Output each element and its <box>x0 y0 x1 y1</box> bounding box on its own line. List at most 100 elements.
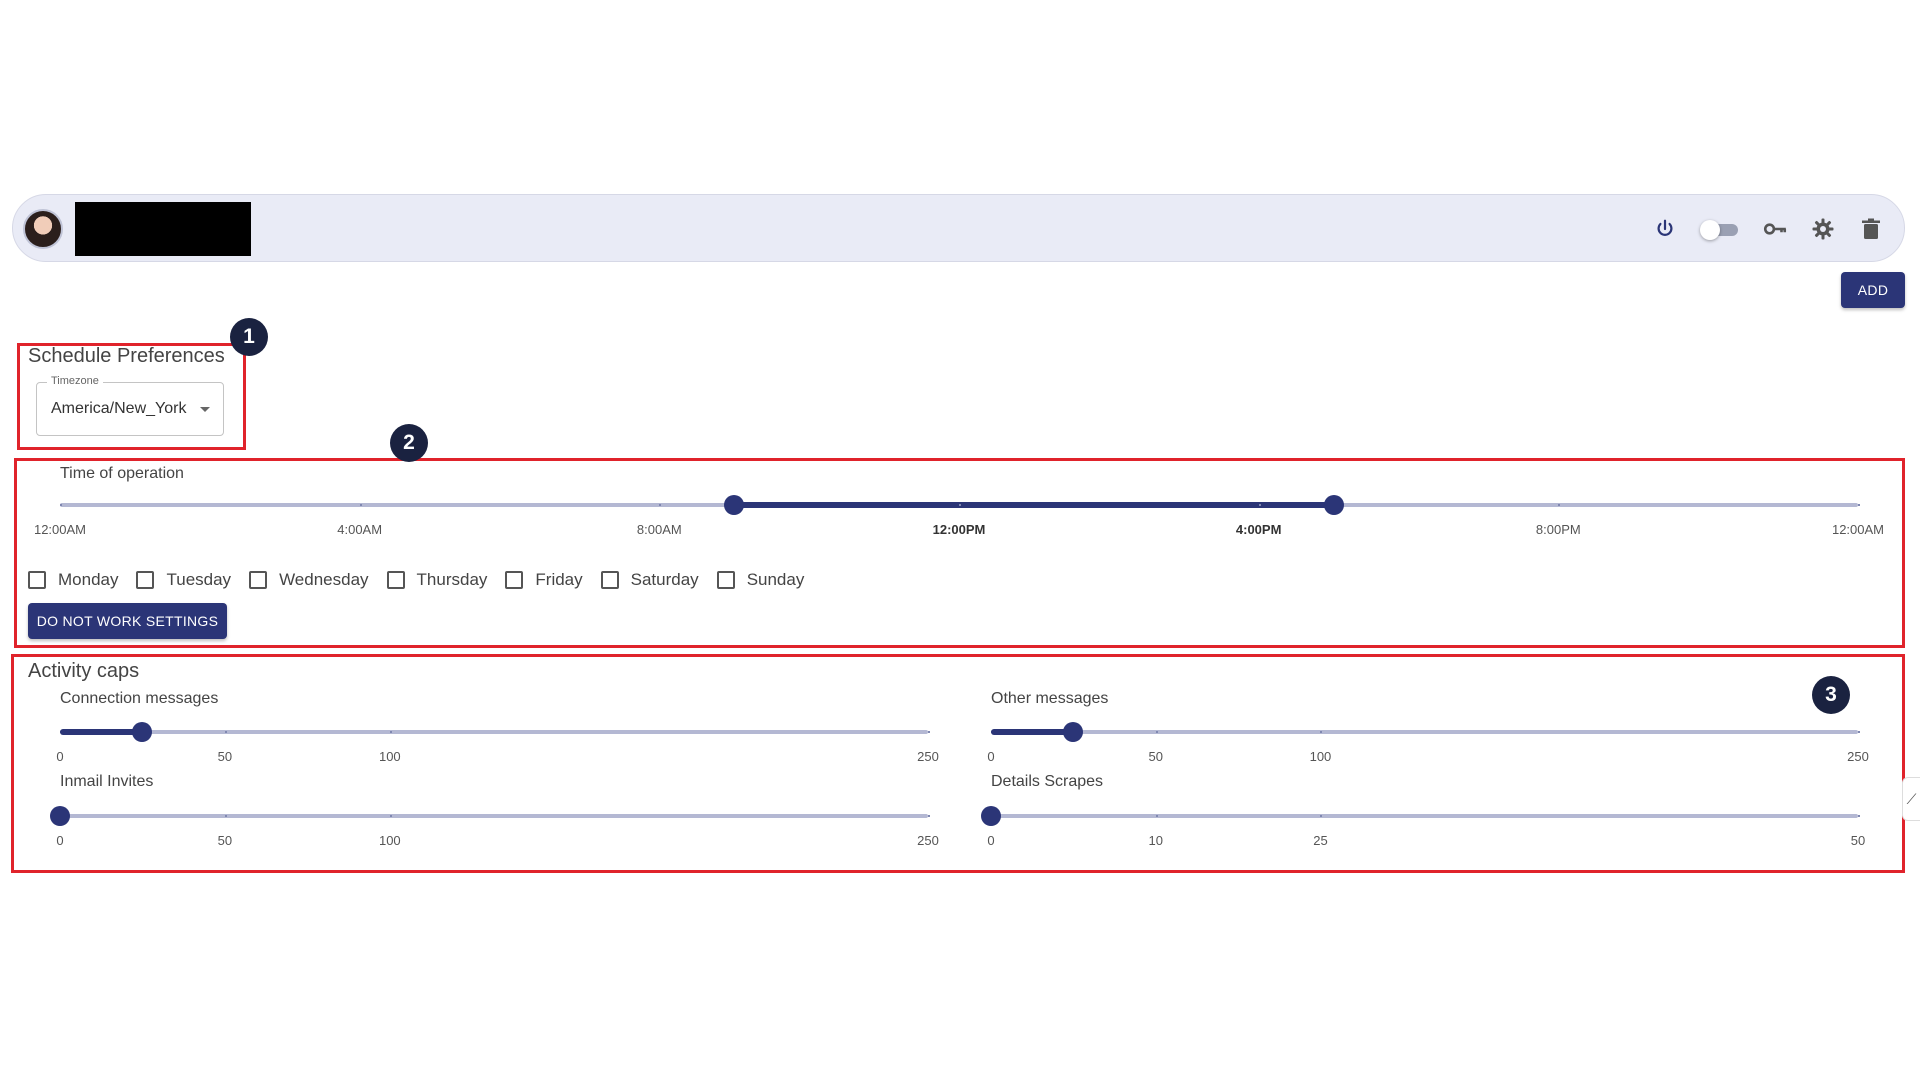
cap-mark-label: 25 <box>1313 833 1328 848</box>
cap-mark-label: 50 <box>217 749 233 764</box>
gear-icon[interactable] <box>1810 216 1836 242</box>
checkbox[interactable] <box>600 571 619 589</box>
slider-rail <box>60 730 928 734</box>
annotation-box-3 <box>11 654 1905 873</box>
caret-down-icon <box>200 407 210 412</box>
slider-fill <box>991 729 1074 735</box>
cap-mark-label: 100 <box>378 833 401 848</box>
checkbox[interactable] <box>716 571 735 589</box>
time-of-operation-label: Time of operation <box>60 465 184 482</box>
cap-mark-label: 50 <box>1148 749 1163 764</box>
slider-tick <box>389 815 392 817</box>
cap-mark-label: 250 <box>917 749 939 764</box>
active-toggle[interactable] <box>1700 220 1740 240</box>
cap-mark-label: 250 <box>1847 749 1869 764</box>
cap-mark-label: 100 <box>1309 749 1332 764</box>
slider-rail <box>60 814 928 818</box>
slider-tick <box>1155 815 1158 817</box>
slider-range-fill <box>734 502 1334 508</box>
connection-messages-slider[interactable] <box>60 722 930 742</box>
checkbox[interactable] <box>505 571 524 589</box>
cap-mark-label: 0 <box>987 833 995 848</box>
start-time-thumb[interactable] <box>724 495 745 515</box>
slider-tick <box>359 504 362 506</box>
slider-tick <box>928 731 930 733</box>
day-label: Monday <box>58 570 119 589</box>
key-icon[interactable] <box>1762 216 1788 242</box>
slider-rail <box>991 814 1858 818</box>
cap-label-connection-messages: Connection messages <box>60 690 219 707</box>
checkbox[interactable] <box>249 571 268 589</box>
schedule-preferences-title: Schedule Preferences <box>28 345 225 367</box>
time-mark-label: 4:00PM <box>1235 522 1282 537</box>
cap-mark-label: 0 <box>56 749 64 764</box>
weekday-checkboxes: Monday Tuesday Wednesday Thursday Friday… <box>28 570 822 590</box>
time-mark-label: 12:00AM <box>1831 522 1885 537</box>
day-monday[interactable]: Monday <box>28 570 118 590</box>
time-mark-label: 12:00AM <box>33 522 87 537</box>
time-mark-label: 8:00AM <box>636 522 682 537</box>
time-mark-label: 4:00AM <box>337 522 383 537</box>
day-wednesday[interactable]: Wednesday <box>249 570 369 590</box>
cap-mark-label: 50 <box>217 833 233 848</box>
day-label: Tuesday <box>166 570 232 589</box>
day-label: Sunday <box>746 570 805 589</box>
day-sunday[interactable]: Sunday <box>716 570 805 590</box>
cap-mark-label: 250 <box>917 833 939 848</box>
trash-icon[interactable] <box>1858 216 1884 242</box>
profile-header <box>12 194 1905 262</box>
toggle-knob <box>1700 220 1720 240</box>
cap-mark-label: 0 <box>987 749 995 764</box>
day-label: Thursday <box>416 570 488 589</box>
slider-tick <box>1558 504 1561 506</box>
cap-mark-label: 0 <box>56 833 64 848</box>
slider-thumb[interactable] <box>132 722 153 742</box>
slider-thumb[interactable] <box>981 806 1001 826</box>
checkbox[interactable] <box>386 571 405 589</box>
slider-tick <box>1320 731 1323 733</box>
time-mark-label: 8:00PM <box>1535 522 1581 537</box>
day-saturday[interactable]: Saturday <box>600 570 699 590</box>
timezone-select[interactable]: Timezone America/New_York <box>36 375 224 436</box>
annotation-badge-1: 1 <box>230 318 268 356</box>
time-of-operation-slider[interactable] <box>60 495 1860 515</box>
side-panel-handle[interactable]: ⟋ <box>1902 777 1920 821</box>
slider-tick <box>1155 731 1158 733</box>
slider-tick <box>1320 815 1323 817</box>
timezone-label: Timezone <box>47 375 103 387</box>
add-button[interactable]: ADD <box>1841 272 1905 308</box>
slider-thumb[interactable] <box>50 806 70 826</box>
cap-mark-label: 50 <box>1850 833 1866 848</box>
day-label: Friday <box>535 570 583 589</box>
details-scrapes-slider[interactable] <box>981 806 1860 826</box>
slider-rail <box>991 730 1858 734</box>
day-friday[interactable]: Friday <box>505 570 583 590</box>
cap-mark-label: 10 <box>1148 833 1163 848</box>
slider-tick <box>1258 504 1261 506</box>
slider-tick <box>959 504 961 506</box>
redacted-name <box>75 202 251 256</box>
inmail-invites-slider[interactable] <box>50 806 930 826</box>
day-tuesday[interactable]: Tuesday <box>136 570 231 590</box>
slider-tick <box>928 815 930 817</box>
annotation-box-2 <box>14 458 1905 648</box>
cap-label-details-scrapes: Details Scrapes <box>991 773 1104 790</box>
slider-fill <box>60 729 143 735</box>
other-messages-slider[interactable] <box>991 722 1860 742</box>
do-not-work-settings-button[interactable]: DO NOT WORK SETTINGS <box>28 603 227 639</box>
slider-tick <box>1858 504 1860 506</box>
cap-label-inmail-invites: Inmail Invites <box>60 773 154 790</box>
day-thursday[interactable]: Thursday <box>386 570 488 590</box>
day-label: Saturday <box>630 570 699 589</box>
end-time-thumb[interactable] <box>1323 495 1344 515</box>
annotation-badge-3: 3 <box>1812 676 1850 714</box>
checkbox[interactable] <box>136 571 155 589</box>
header-actions <box>1652 195 1884 263</box>
slider-tick <box>1858 731 1860 733</box>
slider-thumb[interactable] <box>1063 722 1084 742</box>
power-icon[interactable] <box>1652 216 1678 242</box>
slider-tick <box>389 731 392 733</box>
cap-label-other-messages: Other messages <box>991 690 1109 707</box>
timezone-value: America/New_York <box>51 400 187 417</box>
checkbox[interactable] <box>28 571 46 589</box>
